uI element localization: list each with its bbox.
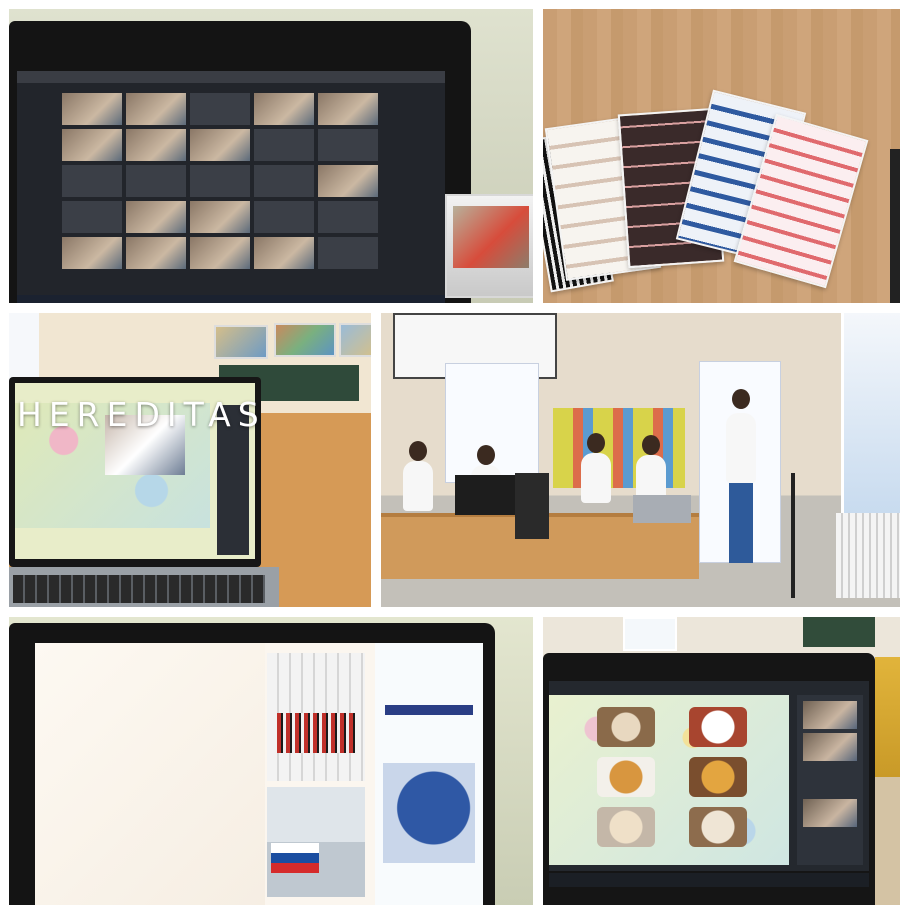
slovak-flag [271,843,319,873]
meeting-controls-bar [549,873,869,887]
food-photo [597,757,655,797]
student [403,461,433,511]
food-photo [689,807,747,847]
video-call-screen [549,681,869,871]
participant-video [803,733,857,761]
photo-video-call-laptop [9,9,533,303]
wall-map [214,325,268,359]
laptop-bezel [9,21,471,303]
monitor [455,475,515,515]
pc-tower [515,473,549,539]
food-photo [597,707,655,747]
embroidery-photo [267,653,365,781]
photo-stage-presentation [381,313,900,607]
wall-map [274,323,336,357]
keyboard [13,575,265,603]
chalkboard [803,617,875,647]
laptop-screen [35,643,483,905]
window [623,617,677,651]
chair-leg [890,149,900,303]
video-call-screen [17,71,445,303]
radiator [836,513,900,598]
photo-classroom-laptop: HEREDITAS [9,313,371,607]
europe-map [383,763,475,863]
photo-programme-slide-laptop [9,617,533,905]
group-photo [267,787,365,897]
food-photo [597,807,655,847]
collage-title: HEREDITAS [17,395,266,434]
window [841,313,900,513]
laptop-bezel [543,653,875,905]
laptop [633,495,691,523]
camera-tripod [791,473,795,598]
presenter [726,413,756,483]
photo-printed-sheets [543,9,900,303]
framed-photo [445,194,533,298]
student [581,453,611,503]
programme-slide [35,643,265,905]
hereditas-leaflet [375,643,483,905]
laptop-bezel [9,623,495,905]
photo-food-slides-laptop [543,617,900,905]
participant-grid [62,93,382,269]
participant-video [803,701,857,729]
participant-video [803,799,857,827]
food-slide [549,695,789,865]
food-photo [689,707,747,747]
wall-map [339,323,371,357]
chair [875,657,900,777]
food-photo [689,757,747,797]
taskbar [17,295,445,303]
